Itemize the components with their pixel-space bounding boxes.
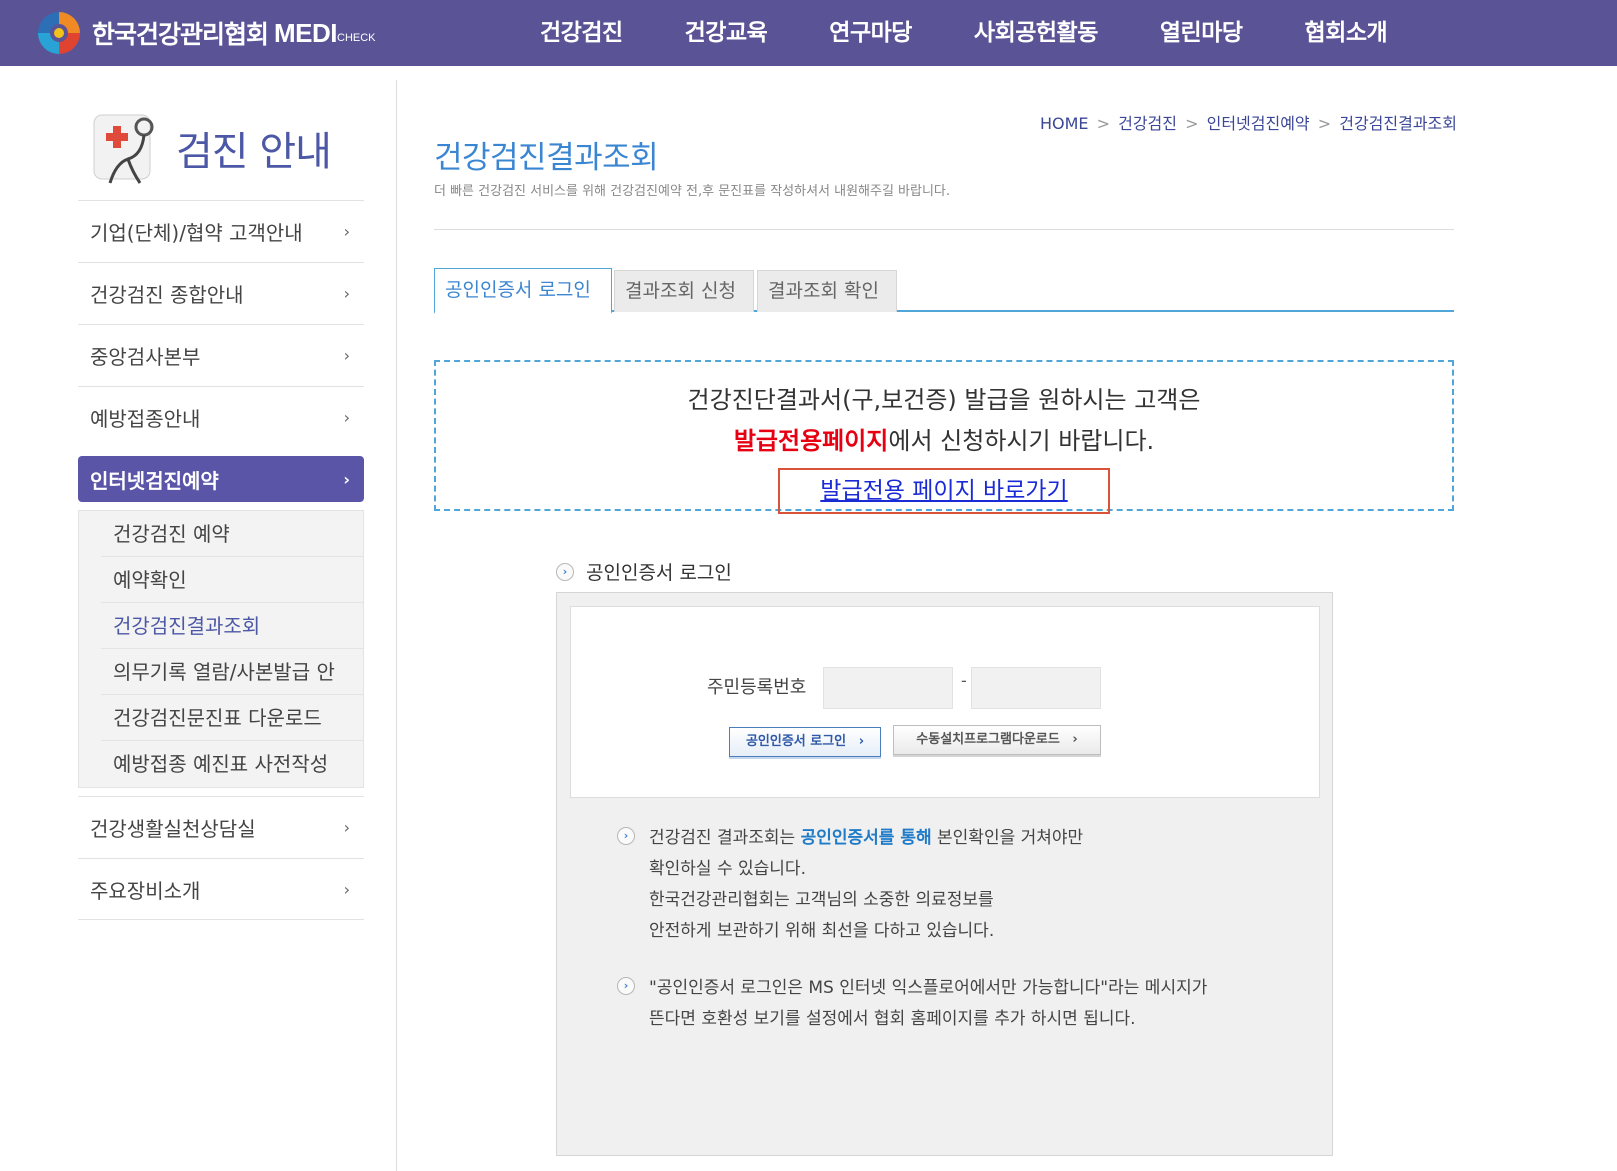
info-text: "공인인증서 로그인은 MS 인터넷 익스플로어에서만 가능합니다"라는 메시지… [649,973,1207,1035]
sidebar-item-label: 주요장비소개 [90,878,201,903]
breadcrumb-separator: > [1317,114,1332,133]
content-divider [396,80,397,1171]
info-text-post: 본인확인을 거쳐야만 [931,828,1084,848]
breadcrumb-separator: > [1096,114,1111,133]
tab-bar: 공인인증서 로그인 결과조회 신청 결과조회 확인 [434,268,1454,314]
chevron-right-icon: › [343,818,350,837]
tab-result-check[interactable]: 결과조회 확인 [757,270,897,312]
tab-cert-login[interactable]: 공인인증서 로그인 [434,268,612,314]
breadcrumb-item[interactable]: 인터넷검진예약 [1207,114,1310,133]
login-panel: 주민등록번호 - 공인인증서 로그인 › 수동설치프로그램다운로드 › › 건강… [556,592,1333,1156]
manual-install-label: 수동설치프로그램다운로드 [916,732,1060,747]
sidebar-item-central-lab[interactable]: 중앙검사본부 › [78,324,364,386]
sidebar-item-label: 건강생활실천상담실 [90,817,256,841]
info-line: 안전하게 보관하기 위해 최선을 다하고 있습니다. [649,921,995,941]
sidebar-item-label: 기업(단체)/협약 고객안내 [90,221,303,245]
global-nav: 건강검진 건강교육 연구마당 사회공헌활동 열린마당 협회소개 [540,0,1449,66]
login-form: 주민등록번호 - 공인인증서 로그인 › 수동설치프로그램다운로드 › [570,606,1320,798]
info-text-pre: 건강검진 결과조회는 [649,828,801,848]
info-line: 뜬다면 호환성 보기를 설정에서 협회 홈페이지를 추가 하시면 됩니다. [649,1009,1136,1029]
submenu-item-questionnaire-download[interactable]: 건강검진문진표 다운로드 [101,695,363,741]
manual-install-download-button[interactable]: 수동설치프로그램다운로드 › [893,725,1101,755]
chevron-right-icon: › [343,469,350,489]
issue-link-wrap: 발급전용 페이지 바로가기 [436,456,1452,514]
notice-line2: 발급전용페이지에서 신청하시기 바랍니다. [436,421,1452,456]
ssn-back-input[interactable] [971,667,1101,709]
notice-line2-rest: 에서 신청하시기 바랍니다. [888,427,1155,455]
sidebar-item-counseling[interactable]: 건강생활실천상담실 › [78,796,364,858]
arrow-right-icon: › [556,562,574,581]
sidebar-item-label: 건강검진 종합안내 [90,283,244,307]
arrow-right-icon: › [617,827,635,845]
info-line: 확인하실 수 있습니다. [649,859,806,879]
sidebar-item-equipment[interactable]: 주요장비소개 › [78,858,364,920]
sidebar-title-text: 검진 안내 [176,129,332,175]
nav-about[interactable]: 협회소개 [1305,0,1388,66]
submenu-item-result-lookup[interactable]: 건강검진결과조회 [101,603,363,649]
chevron-right-icon: › [343,222,350,241]
sidebar-item-label: 중앙검사본부 [90,345,201,369]
notice-highlight: 발급전용페이지 [733,427,889,455]
breadcrumb: HOME > 건강검진 > 인터넷검진예약 > 건강검진결과조회 [1040,110,1457,134]
stethoscope-icon [93,114,154,184]
breadcrumb-current: 건강검진결과조회 [1339,114,1457,133]
nav-health-checkup[interactable]: 건강검진 [540,0,623,66]
cert-login-label: 공인인증서 로그인 [745,734,847,749]
chevron-right-icon: › [1072,732,1078,747]
ssn-front-input[interactable] [823,667,953,709]
info-block-ie: › "공인인증서 로그인은 MS 인터넷 익스플로어에서만 가능합니다"라는 메… [617,973,1207,1035]
logo-icon [38,12,80,54]
title-divider [434,229,1454,230]
site-logo[interactable]: 한국건강관리협회 MEDI CHECK [36,10,376,56]
sidebar-item-label: 인터넷검진예약 [90,468,219,493]
login-section-title: › 공인인증서 로그인 [556,558,732,585]
ssn-label: 주민등록번호 [707,677,807,698]
logo-brand: MEDI [274,17,338,48]
sidebar-title: 검진 안내 [88,108,332,188]
sidebar-nav: 기업(단체)/협약 고객안내 › 건강검진 종합안내 › 중앙검사본부 › 예방… [78,200,364,920]
nav-health-education[interactable]: 건강교육 [685,0,768,66]
chevron-right-icon: › [343,879,350,899]
breadcrumb-separator: > [1185,114,1199,133]
sidebar-item-overview[interactable]: 건강검진 종합안내 › [78,262,364,324]
chevron-right-icon: › [343,284,350,303]
chevron-right-icon: › [343,346,350,365]
sidebar-item-online-reservation[interactable]: 인터넷검진예약 › [78,456,364,502]
nav-open-forum[interactable]: 열린마당 [1160,0,1243,66]
nav-research[interactable]: 연구마당 [829,0,912,66]
chevron-right-icon: › [858,734,865,749]
info-text: 건강검진 결과조회는 공인인증서를 통해 본인확인을 거쳐야만 확인하실 수 있… [649,823,1083,947]
notice-line1: 건강진단결과서(구,보건증) 발급을 원하시는 고객은 [687,386,1201,414]
tab-result-request[interactable]: 결과조회 신청 [614,270,754,312]
info-line: 건강검진 결과조회는 공인인증서를 통해 본인확인을 거쳐야만 [649,823,1083,854]
sidebar-item-vaccination[interactable]: 예방접종안내 › [78,386,364,448]
ssn-dash: - [961,671,967,690]
submenu-item-reservation-check[interactable]: 예약확인 [101,557,363,603]
submenu-item-reservation[interactable]: 건강검진 예약 [101,511,363,557]
arrow-right-icon: › [617,977,635,995]
submenu-item-medical-records[interactable]: 의무기록 열람/사본발급 안 [101,649,363,695]
breadcrumb-item[interactable]: 건강검진 [1118,114,1177,133]
cert-login-button[interactable]: 공인인증서 로그인 › [729,727,881,757]
info-highlight: 공인인증서를 통해 [800,828,932,848]
issue-page-link[interactable]: 발급전용 페이지 바로가기 [778,468,1110,514]
page-description: 더 빠른 건강검진 서비스를 위해 건강검진예약 전,후 문진표를 작성하셔서 … [434,184,951,199]
info-line: "공인인증서 로그인은 MS 인터넷 익스플로어에서만 가능합니다"라는 메시지… [649,978,1208,998]
info-line: 한국건강관리협회는 고객님의 소중한 의료정보를 [649,890,994,910]
certificate-notice: 건강진단결과서(구,보건증) 발급을 원하시는 고객은 발급전용페이지에서 신청… [434,360,1454,514]
login-section-label: 공인인증서 로그인 [586,562,732,584]
submenu-item-vaccination-form[interactable]: 예방접종 예진표 사전작성 [101,741,363,787]
sidebar-item-corporate[interactable]: 기업(단체)/협약 고객안내 › [78,200,364,262]
info-block-cert: › 건강검진 결과조회는 공인인증서를 통해 본인확인을 거쳐야만 확인하실 수… [617,823,1083,947]
breadcrumb-home[interactable]: HOME [1040,114,1089,133]
sidebar-item-label: 예방접종안내 [90,407,201,431]
logo-text: 한국건강관리협회 [92,20,269,49]
top-header: 한국건강관리협회 MEDI CHECK 건강검진 건강교육 연구마당 사회공헌활… [0,0,1617,66]
chevron-right-icon: › [343,408,350,427]
sidebar-submenu: 건강검진 예약 예약확인 건강검진결과조회 의무기록 열람/사본발급 안 건강검… [78,510,364,788]
nav-social-contribution[interactable]: 사회공헌활동 [974,0,1098,66]
logo-brand-sub: CHECK [337,32,376,44]
page-title: 건강검진결과조회 [434,140,659,176]
